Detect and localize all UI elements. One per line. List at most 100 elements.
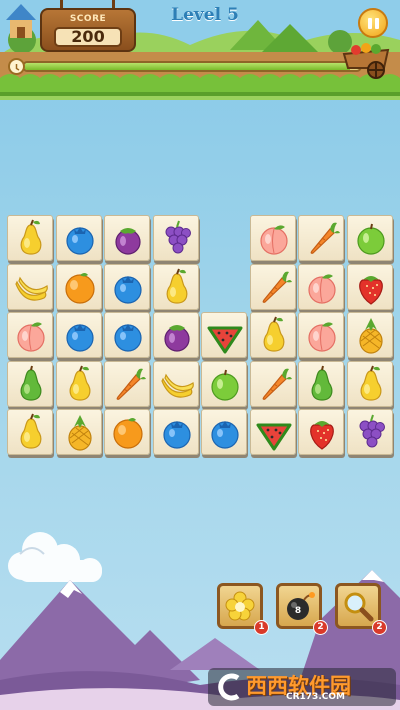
flower-hint-tool-button[interactable]: 1 bbox=[217, 583, 269, 635]
carrot-icon bbox=[262, 368, 292, 400]
strawberry-icon bbox=[310, 421, 334, 450]
bomb-tool-button[interactable]: 8 2 bbox=[276, 583, 328, 635]
tool-count-badge: 2 bbox=[372, 620, 387, 635]
pear-icon bbox=[263, 316, 284, 352]
score-board: SCORE 200 bbox=[40, 8, 136, 52]
tile-blueberry[interactable] bbox=[55, 215, 102, 261]
tile-green-apple[interactable] bbox=[201, 360, 247, 407]
peach-icon bbox=[308, 273, 336, 304]
green-pear-icon bbox=[311, 365, 333, 401]
pear-icon bbox=[20, 219, 42, 255]
tile-peach[interactable] bbox=[7, 312, 53, 358]
grapes-icon bbox=[165, 220, 191, 254]
tile-blueberry[interactable] bbox=[201, 409, 247, 455]
tile-carrot[interactable] bbox=[104, 360, 150, 407]
pear-icon bbox=[69, 365, 90, 401]
tile-peach[interactable] bbox=[298, 312, 344, 358]
tile-orange[interactable] bbox=[55, 263, 102, 310]
pause-icon-bar bbox=[375, 18, 379, 29]
blueberry-icon bbox=[162, 421, 191, 449]
tile-pear[interactable] bbox=[7, 215, 53, 261]
tile-pear[interactable] bbox=[55, 360, 102, 407]
watermark-url: CR173.COM bbox=[286, 692, 345, 702]
tile-green-apple[interactable] bbox=[346, 215, 393, 261]
timer-progress-fill bbox=[24, 63, 350, 70]
score-value: 200 bbox=[54, 27, 122, 47]
tile-peach[interactable] bbox=[298, 263, 344, 310]
blueberry-icon bbox=[114, 324, 142, 352]
orange-icon bbox=[64, 272, 95, 304]
pineapple-icon bbox=[358, 318, 383, 354]
pear-icon bbox=[20, 413, 42, 449]
tile-grapes[interactable] bbox=[152, 215, 199, 261]
tile-carrot[interactable] bbox=[298, 215, 344, 261]
tile-banana[interactable] bbox=[7, 263, 53, 310]
pear-icon bbox=[166, 268, 187, 304]
tile-orange[interactable] bbox=[104, 409, 150, 455]
tile-pineapple[interactable] bbox=[55, 409, 102, 455]
carrot-icon bbox=[116, 368, 146, 400]
timer-progress-bar bbox=[22, 61, 362, 72]
watermark: 西西软件园 CR173.COM bbox=[208, 668, 396, 706]
peach-icon bbox=[259, 225, 288, 255]
banana-icon bbox=[15, 276, 48, 301]
tool-count-badge: 1 bbox=[254, 620, 269, 635]
score-sign: SCORE 200 bbox=[40, 0, 136, 52]
peach-icon bbox=[308, 322, 336, 352]
tool-count-badge: 2 bbox=[313, 620, 328, 635]
banana-icon bbox=[160, 373, 194, 398]
tile-pear[interactable] bbox=[249, 312, 296, 358]
level-title: Level 5 bbox=[171, 5, 239, 25]
tile-eggplant[interactable] bbox=[152, 312, 199, 358]
tile-blueberry[interactable] bbox=[55, 312, 102, 358]
strawberry-icon bbox=[358, 275, 383, 305]
flower-icon bbox=[225, 591, 255, 621]
watermelon-icon bbox=[256, 423, 291, 451]
green-apple-icon bbox=[211, 369, 239, 401]
tile-green-pear[interactable] bbox=[298, 360, 344, 407]
clock-icon bbox=[8, 58, 25, 75]
magnifier-icon bbox=[344, 592, 374, 622]
tile-pear[interactable] bbox=[7, 409, 53, 455]
carrot-icon bbox=[310, 222, 340, 254]
carrot-icon bbox=[262, 271, 292, 303]
tile-banana[interactable] bbox=[152, 360, 199, 407]
blueberry-icon bbox=[211, 421, 239, 449]
grapes-icon bbox=[359, 414, 385, 448]
tile-blueberry[interactable] bbox=[104, 312, 150, 358]
bomb-icon: 8 bbox=[287, 592, 315, 620]
blueberry-icon bbox=[65, 227, 94, 255]
magnifier-tool-button[interactable]: 2 bbox=[335, 583, 387, 635]
tile-blueberry[interactable] bbox=[104, 263, 150, 310]
tile-peach[interactable] bbox=[249, 215, 296, 261]
pause-icon bbox=[368, 18, 372, 29]
fruit-cart-icon bbox=[342, 43, 390, 79]
tile-carrot[interactable] bbox=[249, 360, 296, 407]
tile-strawberry[interactable] bbox=[298, 409, 344, 455]
tile-strawberry[interactable] bbox=[346, 263, 393, 310]
tile-blueberry[interactable] bbox=[152, 409, 199, 455]
blueberry-icon bbox=[114, 275, 142, 304]
tile-carrot[interactable] bbox=[249, 263, 296, 310]
score-label: SCORE bbox=[69, 14, 107, 24]
green-pear-icon bbox=[20, 365, 42, 401]
tile-eggplant[interactable] bbox=[104, 215, 150, 261]
pause-button[interactable] bbox=[358, 8, 388, 38]
tile-pear[interactable] bbox=[152, 263, 199, 310]
tile-watermelon[interactable] bbox=[249, 409, 296, 455]
tile-watermelon[interactable] bbox=[201, 312, 247, 358]
tile-green-pear[interactable] bbox=[7, 360, 53, 407]
svg-text:8: 8 bbox=[295, 606, 301, 616]
eggplant-icon bbox=[115, 228, 141, 255]
tile-pear[interactable] bbox=[346, 360, 393, 407]
green-apple-icon bbox=[356, 223, 385, 255]
tile-pineapple[interactable] bbox=[346, 312, 393, 358]
pear-icon bbox=[360, 365, 381, 401]
watermark-logo-icon bbox=[218, 673, 240, 701]
blueberry-icon bbox=[65, 324, 94, 352]
tile-grapes[interactable] bbox=[346, 409, 393, 455]
peach-icon bbox=[17, 322, 45, 352]
watermelon-icon bbox=[207, 326, 243, 354]
orange-icon bbox=[113, 418, 143, 449]
pineapple-icon bbox=[67, 415, 92, 451]
